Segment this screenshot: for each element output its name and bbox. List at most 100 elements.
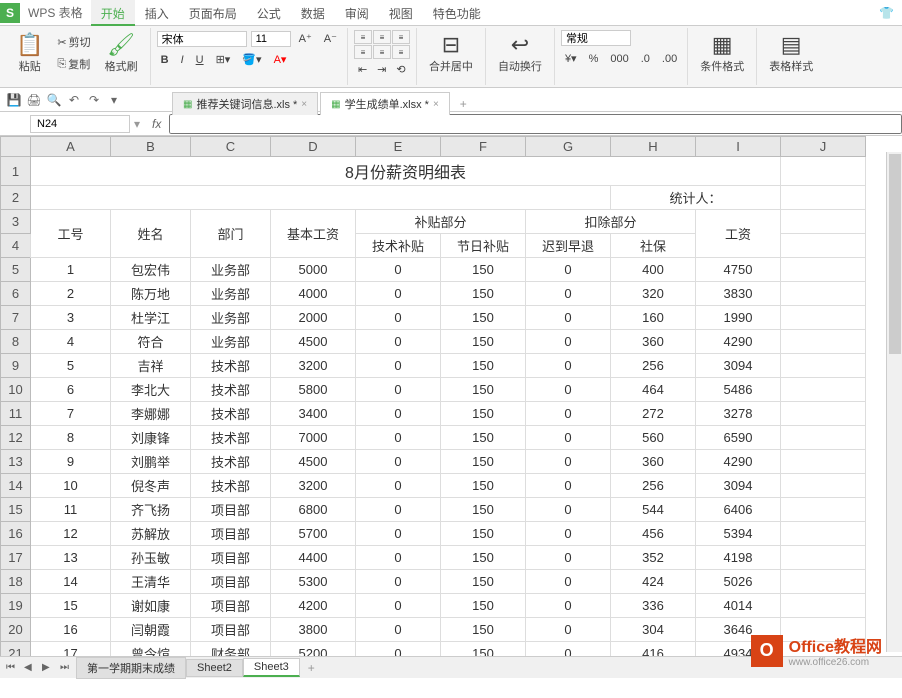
data-cell[interactable]: 技术部 [191,378,271,402]
menu-tab-data[interactable]: 数据 [291,0,335,26]
data-cell[interactable]: 财务部 [191,642,271,657]
row-header-14[interactable]: 14 [1,474,31,498]
data-cell[interactable]: 0 [356,258,441,282]
data-cell[interactable]: 6406 [696,498,781,522]
data-cell[interactable]: 0 [356,618,441,642]
data-cell[interactable]: 336 [611,594,696,618]
data-cell[interactable]: 项目部 [191,498,271,522]
data-cell[interactable]: 3400 [271,402,356,426]
row-header-3[interactable]: 3 [1,210,31,234]
data-cell[interactable]: 4198 [696,546,781,570]
data-cell[interactable]: 360 [611,330,696,354]
data-cell[interactable]: 456 [611,522,696,546]
print-icon[interactable]: 🖨 [26,92,42,108]
merge-center-button[interactable]: ⊟ 合并居中 [423,30,479,76]
data-cell[interactable]: 0 [356,306,441,330]
data-cell[interactable]: 项目部 [191,618,271,642]
decrease-decimal-button[interactable]: .00 [658,51,681,67]
header-name[interactable]: 姓名 [111,210,191,258]
sheet-nav-prev[interactable]: ◀ [24,662,40,673]
header-allowance[interactable]: 补贴部分 [356,210,526,234]
data-cell[interactable]: 10 [31,474,111,498]
data-cell[interactable]: 150 [441,330,526,354]
data-cell[interactable]: 2000 [271,306,356,330]
data-cell[interactable]: 技术部 [191,354,271,378]
border-button[interactable]: ⊞▾ [212,51,235,68]
row-header-6[interactable]: 6 [1,282,31,306]
doc-tab-1[interactable]: ▦ 推荐关键词信息.xls * × [172,92,318,115]
data-cell[interactable]: 4500 [271,450,356,474]
data-cell[interactable]: 0 [526,426,611,450]
header-late[interactable]: 迟到早退 [526,234,611,258]
header-holiday-allowance[interactable]: 节日补贴 [441,234,526,258]
align-mid-right[interactable]: ≡ [392,45,410,59]
increase-indent-button[interactable]: ⇥ [373,61,390,78]
data-cell[interactable]: 150 [441,642,526,657]
data-cell[interactable]: 齐飞扬 [111,498,191,522]
undo-icon[interactable]: ↶ [66,92,82,108]
row-header-9[interactable]: 9 [1,354,31,378]
data-cell[interactable]: 150 [441,402,526,426]
header-deduction[interactable]: 扣除部分 [526,210,696,234]
align-top-center[interactable]: ≡ [373,30,391,44]
sheet-tab-1[interactable]: 第一学期期末成绩 [76,657,186,679]
bold-button[interactable]: B [157,52,173,68]
skin-icon[interactable]: 👕 [871,6,902,20]
data-cell[interactable]: 150 [441,570,526,594]
align-top-right[interactable]: ≡ [392,30,410,44]
data-cell[interactable]: 1 [31,258,111,282]
data-cell[interactable]: 15 [31,594,111,618]
data-cell[interactable]: 7 [31,402,111,426]
row-header-21[interactable]: 21 [1,642,31,657]
data-cell[interactable]: 技术部 [191,426,271,450]
table-style-button[interactable]: ▤ 表格样式 [763,30,819,76]
data-cell[interactable]: 150 [441,354,526,378]
data-cell[interactable]: 0 [356,474,441,498]
row-header-12[interactable]: 12 [1,426,31,450]
align-mid-center[interactable]: ≡ [373,45,391,59]
add-tab-button[interactable]: + [452,94,475,114]
row-header-20[interactable]: 20 [1,618,31,642]
data-cell[interactable]: 150 [441,522,526,546]
data-cell[interactable]: 2 [31,282,111,306]
decrease-font-button[interactable]: A⁻ [320,30,341,47]
data-cell[interactable]: 5486 [696,378,781,402]
menu-tab-view[interactable]: 视图 [379,0,423,26]
data-cell[interactable]: 刘鹏举 [111,450,191,474]
align-mid-left[interactable]: ≡ [354,45,372,59]
data-cell[interactable]: 3094 [696,474,781,498]
data-cell[interactable]: 王清华 [111,570,191,594]
data-cell[interactable]: 150 [441,594,526,618]
header-dept[interactable]: 部门 [191,210,271,258]
data-cell[interactable]: 12 [31,522,111,546]
data-cell[interactable]: 4750 [696,258,781,282]
row-header-15[interactable]: 15 [1,498,31,522]
header-id[interactable]: 工号 [31,210,111,258]
data-cell[interactable]: 4014 [696,594,781,618]
data-cell[interactable]: 272 [611,402,696,426]
data-cell[interactable]: 14 [31,570,111,594]
col-header-F[interactable]: F [441,137,526,157]
data-cell[interactable]: 李北大 [111,378,191,402]
comma-button[interactable]: 000 [606,51,632,67]
data-cell[interactable]: 400 [611,258,696,282]
save-icon[interactable]: 💾 [6,92,22,108]
data-cell[interactable]: 256 [611,354,696,378]
data-cell[interactable]: 0 [526,378,611,402]
menu-tab-formula[interactable]: 公式 [247,0,291,26]
data-cell[interactable]: 陈万地 [111,282,191,306]
row-header-5[interactable]: 5 [1,258,31,282]
sheet-nav-first[interactable]: ⏮ [6,662,22,673]
data-cell[interactable]: 苏解放 [111,522,191,546]
col-header-H[interactable]: H [611,137,696,157]
data-cell[interactable]: 16 [31,618,111,642]
doc-tab-2[interactable]: ▦ 学生成绩单.xlsx * × [320,92,450,115]
data-cell[interactable]: 416 [611,642,696,657]
header-salary[interactable]: 工资 [696,210,781,258]
underline-button[interactable]: U [192,52,208,68]
data-cell[interactable]: 9 [31,450,111,474]
spreadsheet[interactable]: A B C D E F G H I J 18月份薪资明细表 2统计人： 3 工号… [0,136,866,656]
data-cell[interactable]: 0 [356,594,441,618]
col-header-J[interactable]: J [781,137,866,157]
menu-tab-layout[interactable]: 页面布局 [179,0,247,26]
